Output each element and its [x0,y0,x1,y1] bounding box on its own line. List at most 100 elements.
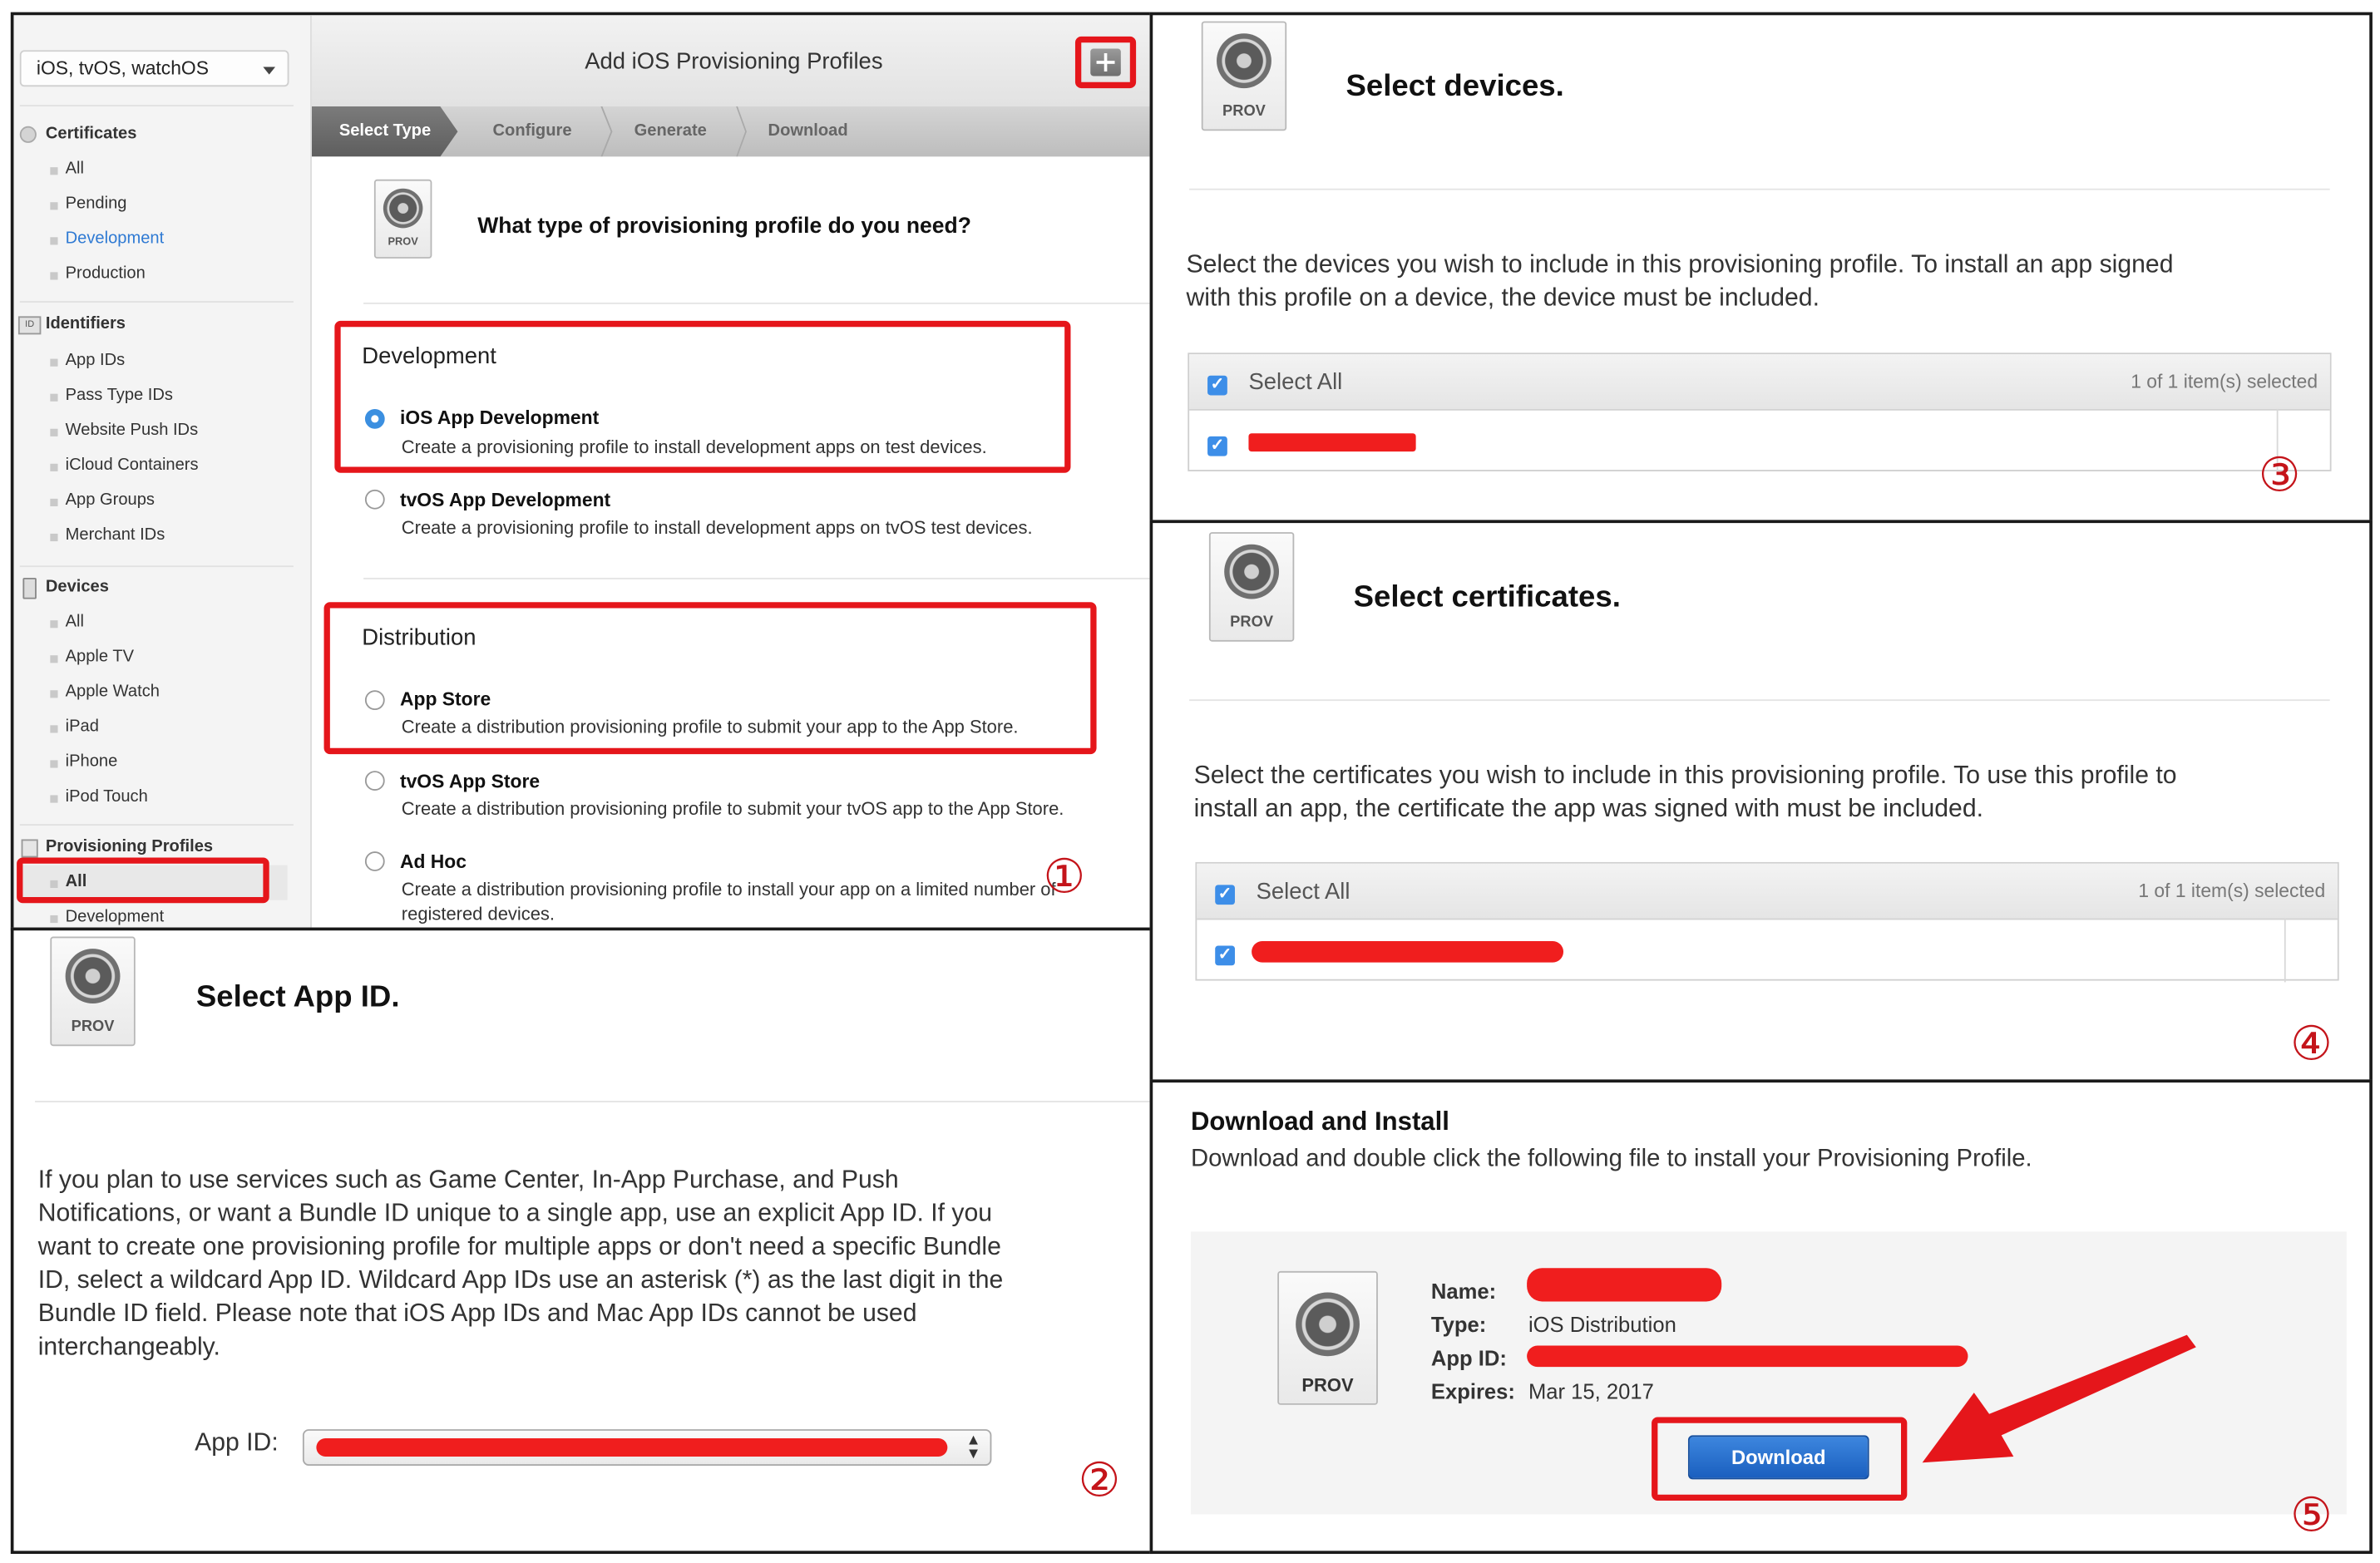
select-app-id-title: Select App ID. [195,980,400,1014]
profile-type-question: What type of provisioning profile do you… [477,214,971,239]
sidebar-item-pass-type-ids[interactable]: Pass Type IDs [66,387,173,405]
sidebar-heading-provisioning-profiles: Provisioning Profiles [45,837,214,856]
page-header: Add iOS Provisioning Profiles [311,15,1150,108]
sidebar-heading-devices: Devices [45,577,109,596]
devices-paragraph: Select the devices you wish to include i… [1186,250,2174,312]
app-id-select[interactable]: ▲ ▼ [302,1429,992,1466]
highlight-distribution-section [323,602,1097,755]
sidebar-item-iphone[interactable]: iPhone [66,752,118,771]
sidebar-item-ipod-touch[interactable]: iPod Touch [66,787,148,806]
certificate-checkbox[interactable]: ✓ [1215,945,1235,966]
sidebar-item-ipad[interactable]: iPad [66,717,99,736]
select-all-devices-label: Select All [1248,369,1343,396]
sidebar-heading-certificates: Certificates [45,124,137,143]
devices-table: ✓ Select All 1 of 1 item(s) selected ✓ [1188,353,2332,473]
step-label-download: Download [768,121,848,141]
step-label-configure: Configure [492,121,572,141]
highlight-download-button [1652,1417,1908,1501]
app-id-label: App ID: [195,1429,279,1457]
certificates-selected-count: 1 of 1 item(s) selected [2138,880,2326,902]
certificates-icon [19,126,37,143]
app-id-info-label: App ID: [1430,1345,1507,1370]
step-label-generate: Generate [634,121,707,141]
sidebar-item-website-push-ids[interactable]: Website Push IDs [66,422,199,440]
panel-select-type: iOS, tvOS, watchOS Certificates All Pend… [10,12,1153,931]
prov-file-icon: PROV [373,179,432,259]
devices-selected-count: 1 of 1 item(s) selected [2131,371,2318,392]
expires-label: Expires: [1430,1378,1515,1403]
step-separator [600,106,613,157]
step-number-2: ② [1078,1453,1121,1509]
sidebar-item-devices-all[interactable]: All [66,613,84,631]
arrow-pointer-icon [1922,1334,2196,1463]
sidebar-item-production[interactable]: Production [66,264,146,283]
step-label-select-type: Select Type [338,121,432,141]
redacted-profile-name [1527,1268,1722,1302]
device-icon [22,577,37,599]
platform-select[interactable]: iOS, tvOS, watchOS [19,50,289,87]
sidebar-item-app-ids[interactable]: App IDs [66,351,126,369]
highlight-add-button [1074,36,1137,89]
provisioning-icon [21,839,38,858]
sidebar-item-icloud-containers[interactable]: iCloud Containers [66,456,199,475]
panel-select-certificates: PROV Select certificates. Select the cer… [1149,520,2373,1083]
name-label: Name: [1430,1279,1497,1304]
prov-file-icon: PROV [1277,1270,1378,1405]
step-number-3: ③ [2258,448,2301,504]
select-all-devices-checkbox[interactable]: ✓ [1207,375,1227,396]
option-title-tvos-app-development: tvOS App Development [399,489,611,511]
type-label: Type: [1430,1312,1487,1337]
panel-select-devices: PROV Select devices. Select the devices … [1149,12,2373,524]
page-title: Add iOS Provisioning Profiles [585,48,883,75]
sidebar-item-profiles-development[interactable]: Development [66,908,165,926]
prov-file-icon: PROV [1208,532,1295,642]
identifiers-icon: ID [17,316,42,335]
select-all-certificates-checkbox[interactable]: ✓ [1215,885,1235,905]
panel-download-install: Download and Install Download and double… [1149,1079,2373,1555]
step-separator [736,106,747,157]
device-checkbox[interactable]: ✓ [1207,436,1227,456]
radio-ad-hoc[interactable] [364,851,385,871]
highlight-development-section [334,320,1071,473]
step-number-4: ④ [2290,1017,2333,1072]
app-id-paragraph: If you plan to use services such as Game… [37,1166,1004,1361]
step-number-5: ⑤ [2290,1488,2333,1544]
option-desc-tvos-app-development: Create a provisioning profile to install… [401,516,1033,539]
highlight-profiles-all [17,857,269,904]
sidebar-item-apple-tv[interactable]: Apple TV [66,648,134,666]
sidebar-item-merchant-ids[interactable]: Merchant IDs [66,526,165,545]
step-bar: Select Type Configure Generate Download [311,106,1150,157]
certificates-paragraph: Select the certificates you wish to incl… [1193,762,2177,823]
download-install-subtitle: Download and double click the following … [1190,1146,2032,1173]
sidebar-item-certificates-all[interactable]: All [66,160,84,178]
redacted-app-id [316,1438,948,1457]
type-value: iOS Distribution [1528,1312,1676,1337]
prov-file-icon: PROV [1201,21,1287,131]
step-number-1: ① [1043,850,1086,905]
select-all-certificates-label: Select All [1256,879,1350,905]
sidebar-item-app-groups[interactable]: App Groups [66,491,155,510]
expires-value: Mar 15, 2017 [1528,1378,1654,1403]
chevron-down-icon [263,67,276,75]
radio-tvos-app-store[interactable] [364,771,385,791]
radio-tvos-app-development[interactable] [364,489,385,510]
platform-select-value: iOS, tvOS, watchOS [36,57,209,80]
sidebar-item-pending[interactable]: Pending [66,195,127,213]
panel-select-app-id: PROV Select App ID. If you plan to use s… [10,927,1153,1555]
option-title-tvos-app-store: tvOS App Store [399,771,541,792]
select-devices-title: Select devices. [1346,70,1564,104]
redacted-profile-app-id [1527,1345,1968,1368]
certificates-table: ✓ Select All 1 of 1 item(s) selected ✓ [1195,861,2339,983]
prov-file-icon: PROV [50,936,136,1047]
select-arrows-icon: ▲ ▼ [965,1432,981,1463]
sidebar-item-development[interactable]: Development [66,229,165,248]
download-install-title: Download and Install [1190,1107,1449,1137]
option-desc-ad-hoc-line2: registered devices. [401,903,555,924]
redacted-device-name [1248,433,1416,452]
option-title-ad-hoc: Ad Hoc [399,851,467,873]
sidebar-item-apple-watch[interactable]: Apple Watch [66,683,160,701]
option-desc-ad-hoc: Create a distribution provisioning profi… [401,879,1056,900]
select-certificates-title: Select certificates. [1353,580,1621,614]
option-desc-tvos-app-store: Create a distribution provisioning profi… [401,798,1064,820]
sidebar-heading-identifiers: Identifiers [45,314,126,333]
